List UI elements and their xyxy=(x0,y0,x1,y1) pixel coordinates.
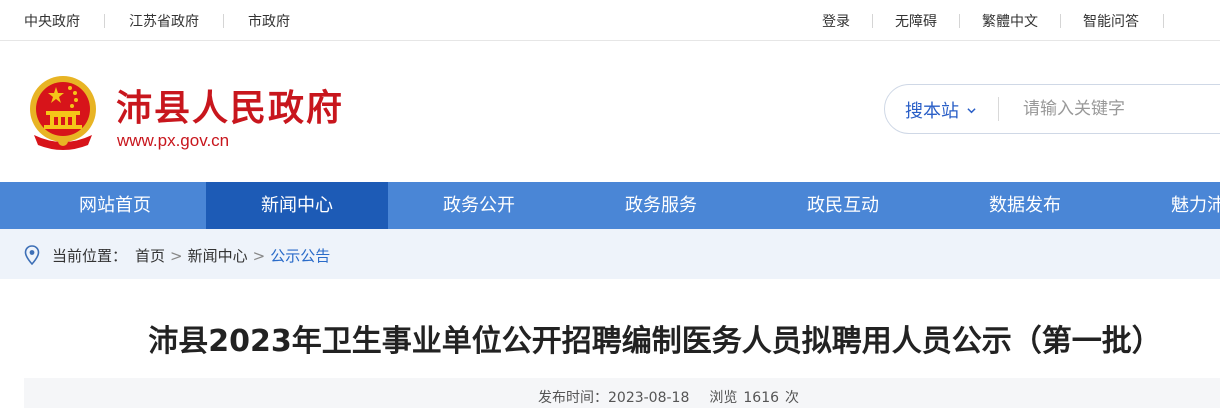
link-city-government[interactable]: 市政府 xyxy=(248,11,290,31)
nav-item-data-release[interactable]: 数据发布 xyxy=(934,182,1116,229)
views-count: 1616 xyxy=(743,390,780,406)
link-jiangsu-government[interactable]: 江苏省政府 xyxy=(129,11,199,31)
views-unit: 次 xyxy=(785,390,800,406)
accessibility-link[interactable]: 无障碍 xyxy=(895,11,937,31)
smart-qa-link[interactable]: 智能问答 xyxy=(1083,11,1139,31)
breadcrumb-announcements[interactable]: 公示公告 xyxy=(270,245,330,266)
site-url: www.px.gov.cn xyxy=(117,131,230,150)
national-emblem-icon xyxy=(30,76,96,150)
breadcrumb-separator: > xyxy=(170,246,183,265)
publish-label: 发布时间： xyxy=(538,390,608,406)
breadcrumb-separator: > xyxy=(252,246,266,265)
publish-date: 2023-08-18 xyxy=(608,390,690,406)
search-scope-label: 搜本站 xyxy=(905,101,959,122)
divider xyxy=(872,14,873,28)
nav-item-charm[interactable]: 魅力沛县 xyxy=(1116,182,1220,229)
search-box: 搜本站 xyxy=(884,84,1220,134)
chevron-down-icon xyxy=(967,107,976,113)
login-link[interactable]: 登录 xyxy=(822,11,850,31)
top-right-links: 登录 无障碍 繁體中文 智能问答 xyxy=(822,11,1186,31)
nav-item-government-services[interactable]: 政务服务 xyxy=(570,182,752,229)
breadcrumb-trail: 当前位置： 首页 > 新闻中心 > 公示公告 xyxy=(52,245,330,266)
article-meta: 发布时间：2023-08-18 浏览 1616 次 xyxy=(538,387,805,407)
nav-item-interaction[interactable]: 政民互动 xyxy=(752,182,934,229)
breadcrumb-prefix: 当前位置： xyxy=(52,247,128,265)
link-central-government[interactable]: 中央政府 xyxy=(24,11,80,31)
main-nav: 网站首页 新闻中心 政务公开 政务服务 政民互动 数据发布 魅力沛县 xyxy=(0,182,1220,229)
search-divider xyxy=(998,97,999,121)
breadcrumb-news-center[interactable]: 新闻中心 xyxy=(188,245,248,266)
site-header: 沛县人民政府 www.px.gov.cn 搜本站 xyxy=(0,41,1220,182)
breadcrumb: 当前位置： 首页 > 新闻中心 > 公示公告 xyxy=(0,229,1220,279)
divider xyxy=(1060,14,1061,28)
divider xyxy=(223,14,224,28)
site-title: 沛县人民政府 xyxy=(116,88,345,129)
divider xyxy=(1163,14,1164,28)
traditional-chinese-link[interactable]: 繁體中文 xyxy=(982,11,1038,31)
divider xyxy=(959,14,960,28)
nav-item-news-center[interactable]: 新闻中心 xyxy=(206,182,388,229)
location-pin-icon xyxy=(24,245,40,265)
top-left-links: 中央政府 江苏省政府 市政府 xyxy=(24,11,290,31)
nav-item-government-affairs[interactable]: 政务公开 xyxy=(388,182,570,229)
search-scope-dropdown[interactable]: 搜本站 xyxy=(905,97,976,123)
search-input[interactable] xyxy=(1021,95,1215,123)
article-meta-bar: 发布时间：2023-08-18 浏览 1616 次 xyxy=(24,378,1220,408)
views-label: 浏览 xyxy=(709,390,738,406)
article-title: 沛县2023年卫生事业单位公开招聘编制医务人员拟聘用人员公示（第一批） xyxy=(148,324,1162,359)
top-utility-bar: 中央政府 江苏省政府 市政府 登录 无障碍 繁體中文 智能问答 xyxy=(0,0,1220,41)
breadcrumb-home[interactable]: 首页 xyxy=(135,245,165,266)
divider xyxy=(104,14,105,28)
nav-item-home[interactable]: 网站首页 xyxy=(24,182,206,229)
